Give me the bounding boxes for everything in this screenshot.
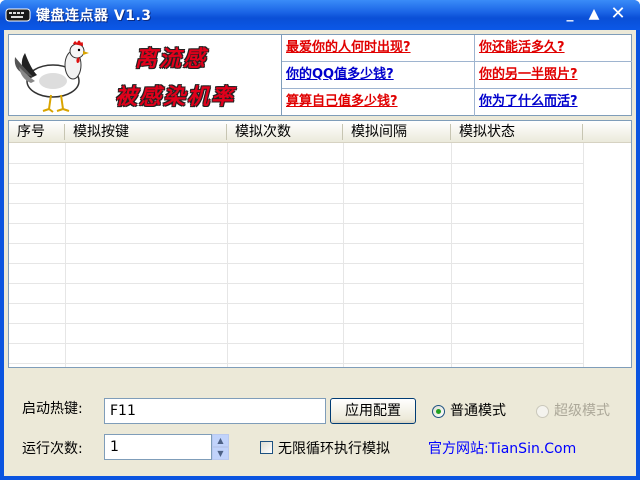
list-header: 序号 模拟按键 模拟次数 模拟间隔 模拟状态	[9, 121, 631, 143]
infinite-loop-checkbox[interactable]	[260, 441, 273, 454]
chevron-down-icon[interactable]: ▼	[212, 447, 229, 460]
run-count-spinner[interactable]: ▲ ▼	[212, 434, 229, 460]
ad-banner: 离流感 被感染机率 最爱你的人何时出现? 你还能活多久? 你的QQ值多少钱? 你…	[8, 34, 632, 116]
ad-link[interactable]: 你还能活多久?	[475, 35, 632, 62]
close-button[interactable]: ✕	[608, 4, 628, 24]
official-website-link[interactable]: 官方网站:TianSin.Com	[428, 438, 576, 458]
super-mode-radio	[536, 405, 549, 418]
list-body[interactable]	[9, 143, 631, 367]
apply-config-button[interactable]: 应用配置	[330, 398, 416, 424]
ad-link[interactable]: 最爱你的人何时出现?	[282, 35, 475, 62]
title-bar[interactable]: 键盘连点器 V1.3 _ ▲ ✕	[0, 0, 640, 30]
app-window: 键盘连点器 V1.3 _ ▲ ✕ 离流感 被感染机率 最爱你的人何时出现? 你还…	[0, 0, 640, 480]
grid-row-line	[9, 303, 583, 304]
column-header-interval[interactable]: 模拟间隔	[343, 121, 451, 143]
grid-column-line	[583, 143, 584, 367]
column-header-count[interactable]: 模拟次数	[227, 121, 343, 143]
rooster-icon	[14, 40, 89, 113]
grid-row-line	[9, 343, 583, 344]
ad-link[interactable]: 你的另一半照片?	[475, 62, 632, 89]
grid-row-line	[9, 203, 583, 204]
grid-row-line	[9, 323, 583, 324]
grid-row-line	[9, 363, 583, 364]
settings-panel: 启动热键: F11 应用配置 普通模式 超级模式 运行次数: 1 ▲ ▼ 无限循…	[4, 372, 636, 476]
minimize-button[interactable]: _	[560, 4, 580, 24]
ad-link[interactable]: 算算自己值多少钱?	[282, 89, 475, 116]
client-area: 离流感 被感染机率 最爱你的人何时出现? 你还能活多久? 你的QQ值多少钱? 你…	[4, 30, 636, 476]
grid-column-line	[451, 143, 452, 367]
grid-column-line	[227, 143, 228, 367]
column-header-status[interactable]: 模拟状态	[451, 121, 583, 143]
maximize-button[interactable]: ▲	[584, 4, 604, 24]
grid-column-line	[343, 143, 344, 367]
simulation-list[interactable]: 序号 模拟按键 模拟次数 模拟间隔 模拟状态	[8, 120, 632, 368]
ad-link[interactable]: 你为了什么而活?	[475, 89, 632, 116]
ad-subheadline: 被感染机率	[115, 85, 236, 110]
chevron-up-icon[interactable]: ▲	[212, 434, 229, 447]
ad-headline: 离流感	[135, 47, 208, 72]
ad-links: 最爱你的人何时出现? 你还能活多久? 你的QQ值多少钱? 你的另一半照片? 算算…	[281, 35, 632, 116]
normal-mode-radio[interactable]	[432, 405, 445, 418]
ad-image[interactable]: 离流感 被感染机率	[9, 35, 279, 115]
infinite-loop-label[interactable]: 无限循环执行模拟	[278, 438, 390, 458]
grid-row-line	[9, 183, 583, 184]
super-mode-label: 超级模式	[554, 403, 610, 419]
grid-row-line	[9, 223, 583, 224]
grid-row-line	[9, 163, 583, 164]
grid-row-line	[9, 263, 583, 264]
column-header-index[interactable]: 序号	[9, 121, 65, 143]
grid-row-line	[9, 243, 583, 244]
keyboard-icon	[5, 8, 31, 22]
grid-column-line	[65, 143, 66, 367]
column-header-key[interactable]: 模拟按键	[65, 121, 227, 143]
grid-row-line	[9, 283, 583, 284]
run-count-input[interactable]: 1	[104, 434, 212, 460]
run-count-label: 运行次数:	[22, 441, 83, 457]
hotkey-label: 启动热键:	[22, 401, 83, 417]
normal-mode-label[interactable]: 普通模式	[450, 400, 506, 420]
ad-link[interactable]: 你的QQ值多少钱?	[282, 62, 475, 89]
window-title: 键盘连点器 V1.3	[36, 8, 152, 24]
hotkey-input[interactable]: F11	[104, 398, 326, 424]
